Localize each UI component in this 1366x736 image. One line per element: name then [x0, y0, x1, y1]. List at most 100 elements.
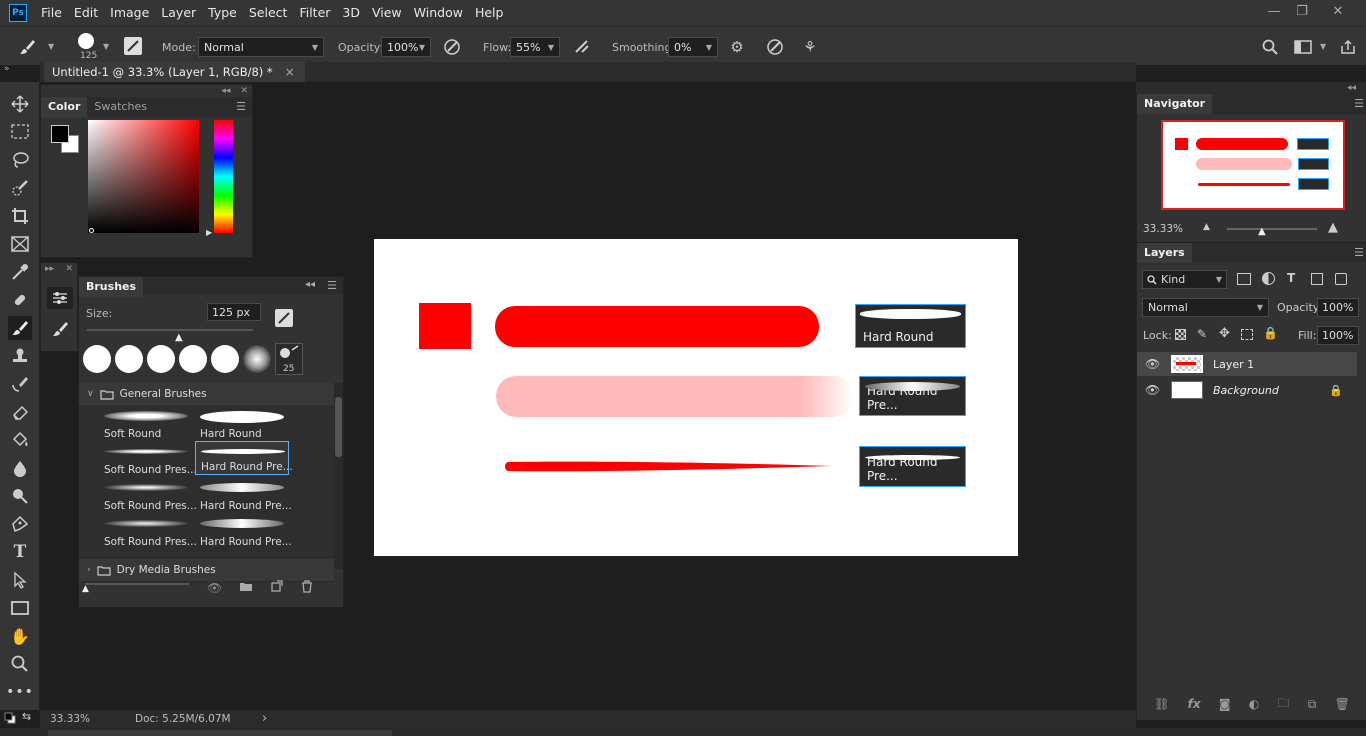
restore-button[interactable]: ❐	[1284, 0, 1320, 22]
filter-shape-icon[interactable]	[1311, 273, 1323, 285]
collapse-dock-icon[interactable]: ◂◂	[1347, 82, 1356, 94]
preview-slider-handle-icon[interactable]: ▲	[82, 584, 89, 594]
preset-scatter-brush[interactable]: 25	[275, 343, 303, 375]
lock-position-icon[interactable]: ✥	[1219, 326, 1230, 341]
brush-tool-preset-icon[interactable]	[16, 35, 40, 59]
navigator-preview[interactable]	[1161, 120, 1345, 210]
share-icon[interactable]	[1338, 37, 1358, 57]
brush-hard-round[interactable]: Hard Round	[195, 407, 289, 441]
layer-row-background[interactable]: 👁 Background 🔒	[1137, 378, 1357, 402]
close-panel-icon[interactable]: ✕	[65, 263, 73, 275]
brush-hard-round-pressure-opacity[interactable]: Hard Round Pre...	[195, 479, 292, 513]
path-selection-tool-icon[interactable]	[8, 568, 32, 592]
pressure-opacity-icon[interactable]	[442, 37, 462, 57]
status-menu-arrow-icon[interactable]: ›	[262, 711, 267, 726]
new-group-icon[interactable]	[239, 581, 253, 595]
workspace-icon[interactable]	[1293, 37, 1313, 57]
chevron-down-icon[interactable]: ▼	[103, 42, 109, 51]
new-group-icon[interactable]: 🗀	[1277, 694, 1289, 715]
swap-colors-icon[interactable]: ⇆	[22, 710, 31, 723]
brush-soft-round[interactable]: Soft Round	[99, 407, 193, 441]
collapse-panel-icon[interactable]: ◂◂	[305, 279, 315, 290]
layer-name[interactable]: Background	[1213, 384, 1279, 397]
brushes-panel-icon[interactable]	[47, 318, 73, 340]
size-input[interactable]: 125 px	[207, 303, 261, 321]
brush-group-dry-media[interactable]: › Dry Media Brushes	[79, 559, 334, 581]
smoothing-field[interactable]: 0% ▼	[668, 37, 718, 57]
visibility-eye-icon[interactable]: 👁	[1145, 383, 1160, 397]
filter-type-icon[interactable]: T	[1287, 271, 1295, 285]
preset-soft-round[interactable]	[243, 345, 271, 373]
blend-mode-dropdown[interactable]: Normal ▼	[1142, 298, 1269, 317]
flow-field[interactable]: 55% ▼	[510, 37, 560, 57]
navigator-slider-handle-icon[interactable]: ▲	[1258, 226, 1266, 237]
scrollbar-thumb[interactable]	[335, 397, 342, 457]
document-tab[interactable]: Untitled-1 @ 33.3% (Layer 1, RGB/8) * ×	[44, 62, 305, 82]
menu-layer[interactable]: Layer	[155, 0, 202, 26]
brush-soft-round-pressure-opacity[interactable]: Soft Round Pres...	[99, 443, 197, 477]
trash-icon[interactable]	[301, 580, 313, 596]
menu-help[interactable]: Help	[469, 0, 510, 26]
new-brush-icon[interactable]	[275, 309, 293, 327]
collapse-panel-icon[interactable]: ◂◂	[221, 85, 230, 97]
menu-select[interactable]: Select	[243, 0, 294, 26]
link-layers-icon[interactable]: ⛓	[1154, 697, 1169, 711]
dodge-tool-icon[interactable]	[8, 484, 32, 508]
zoom-out-icon[interactable]: ▲	[1203, 222, 1210, 232]
panel-menu-icon[interactable]: ☰	[1354, 97, 1364, 110]
navigator-zoom-slider[interactable]	[1227, 228, 1317, 230]
gear-icon[interactable]: ⚙	[727, 37, 747, 57]
foreground-color-swatch[interactable]	[51, 125, 69, 143]
preset-hard-round-5[interactable]	[211, 345, 239, 373]
symmetry-butterfly-icon[interactable]: ⚘	[800, 37, 820, 57]
search-icon[interactable]	[1260, 37, 1280, 57]
preset-hard-round-2[interactable]	[115, 345, 143, 373]
fill-field[interactable]: 100%	[1317, 326, 1359, 345]
document-canvas[interactable]: Hard Round Hard Round Pre... Hard Round …	[374, 239, 1018, 556]
layer-row-layer-1[interactable]: 👁 Layer 1	[1137, 352, 1357, 376]
menu-window[interactable]: Window	[408, 0, 469, 26]
adjustment-layer-icon[interactable]: ◐	[1249, 697, 1259, 711]
layer-filter-dropdown[interactable]: Kind ▼	[1142, 270, 1227, 289]
brush-soft-round-pressure-size[interactable]: Soft Round Pres...	[99, 479, 197, 513]
crop-tool-icon[interactable]	[8, 204, 32, 228]
layer-name[interactable]: Layer 1	[1213, 358, 1254, 371]
horizontal-scrollbar-thumb[interactable]	[48, 730, 392, 736]
move-tool-icon[interactable]	[8, 92, 32, 116]
close-tab-icon[interactable]: ×	[285, 65, 295, 79]
brush-preview-icon[interactable]	[78, 33, 94, 49]
filter-adjustment-icon[interactable]	[1262, 272, 1275, 285]
frame-tool-icon[interactable]	[8, 232, 32, 256]
size-slider-track[interactable]	[87, 329, 253, 331]
menu-view[interactable]: View	[366, 0, 408, 26]
healing-brush-tool-icon[interactable]	[8, 288, 32, 312]
create-new-brush-icon[interactable]	[271, 580, 283, 595]
zoom-in-icon[interactable]: ▲	[1328, 220, 1338, 235]
lock-transparency-icon[interactable]	[1175, 329, 1186, 340]
menu-3d[interactable]: 3D	[336, 0, 366, 26]
lock-artboard-icon[interactable]	[1241, 329, 1253, 340]
collapse-toolbar-icon[interactable]: »	[4, 64, 10, 74]
panel-menu-icon[interactable]: ☰	[327, 279, 337, 292]
visibility-eye-icon[interactable]: 👁	[1145, 357, 1160, 371]
menu-image[interactable]: Image	[104, 0, 155, 26]
type-tool-icon[interactable]: T	[8, 540, 32, 564]
quick-selection-tool-icon[interactable]	[8, 176, 32, 200]
close-button[interactable]: ✕	[1320, 0, 1356, 22]
eraser-tool-icon[interactable]	[8, 400, 32, 424]
hue-slider-handle-icon[interactable]: ▶	[206, 228, 212, 237]
menu-edit[interactable]: Edit	[68, 0, 104, 26]
color-field[interactable]	[88, 120, 199, 233]
airbrush-icon[interactable]	[572, 37, 592, 57]
panel-menu-icon[interactable]: ☰	[1354, 246, 1364, 259]
brush-settings-panel-icon[interactable]	[47, 287, 73, 309]
lock-pixels-icon[interactable]: ✎	[1197, 327, 1207, 341]
pen-tool-icon[interactable]	[8, 512, 32, 536]
add-mask-icon[interactable]: ◙	[1219, 697, 1231, 711]
trash-icon[interactable]: 🗑	[1335, 697, 1350, 711]
brush-tool-icon[interactable]	[8, 316, 32, 340]
menu-file[interactable]: File	[35, 0, 68, 26]
brush-group-general[interactable]: ∨ General Brushes	[79, 383, 334, 405]
toggle-visibility-icon[interactable]: 👁	[207, 581, 222, 595]
history-brush-tool-icon[interactable]	[8, 372, 32, 396]
